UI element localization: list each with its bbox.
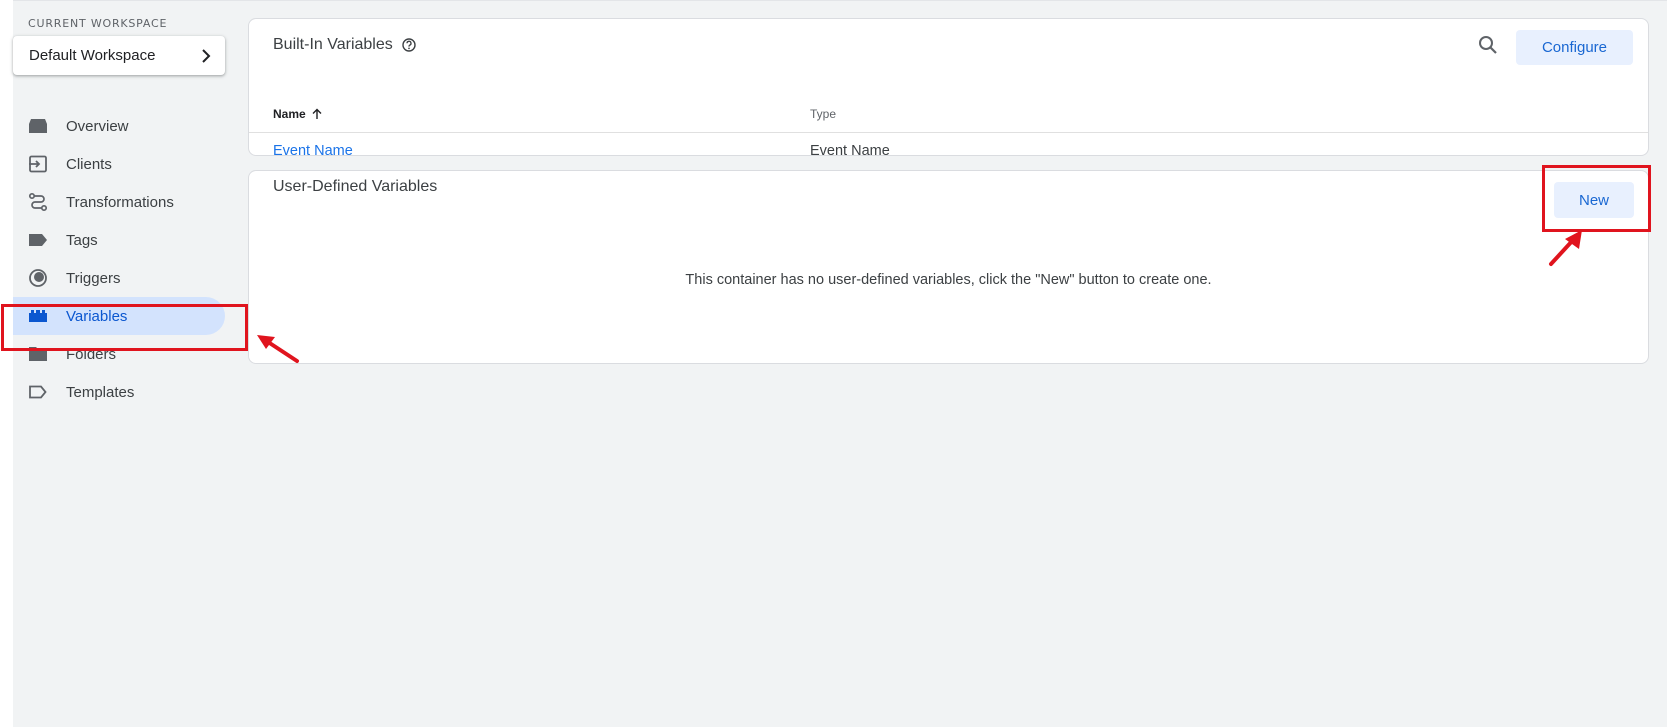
column-header-name[interactable]: Name	[273, 107, 323, 121]
workspace-name: Default Workspace	[29, 47, 156, 64]
empty-state-message: This container has no user-defined varia…	[685, 272, 1212, 288]
sidebar-item-overview[interactable]: Overview	[13, 107, 225, 145]
variable-name-link[interactable]: Event Name	[273, 143, 353, 159]
clients-icon	[27, 153, 49, 175]
sidebar-item-label: Templates	[66, 383, 135, 401]
user-defined-variables-title: User-Defined Variables	[273, 178, 438, 195]
template-icon	[27, 381, 49, 403]
builtin-variables-title: Built-In Variables	[273, 36, 416, 54]
sidebar-item-label: Transformations	[66, 193, 174, 211]
sidebar-item-transformations[interactable]: Transformations	[13, 183, 225, 221]
chevron-right-icon	[201, 48, 211, 63]
highlight-box-new-button	[1542, 165, 1651, 232]
sidebar-item-triggers[interactable]: Triggers	[13, 259, 225, 297]
arrow-up-icon	[311, 108, 323, 120]
configure-button[interactable]: Configure	[1516, 30, 1633, 65]
sidebar-item-label: Triggers	[66, 269, 121, 287]
column-header-name-label: Name	[273, 107, 306, 121]
builtin-variables-card: Built-In Variables Configure Name Type E…	[248, 18, 1649, 159]
sidebar-item-templates[interactable]: Templates	[13, 373, 225, 411]
sidebar-item-label: Clients	[66, 155, 112, 173]
transformations-icon	[27, 191, 49, 213]
column-header-type[interactable]: Type	[810, 107, 836, 121]
sidebar-item-label: Overview	[66, 117, 129, 135]
highlight-box-variables	[1, 304, 248, 351]
table-row: Event Name Event Name	[249, 133, 1648, 159]
trigger-icon	[27, 267, 49, 289]
table-header: Name Type	[249, 89, 1648, 133]
variable-type: Event Name	[810, 143, 890, 159]
builtin-variables-title-text: Built-In Variables	[273, 36, 393, 53]
workspace-selector[interactable]: Default Workspace	[13, 36, 225, 75]
sidebar-item-clients[interactable]: Clients	[13, 145, 225, 183]
search-button[interactable]	[1472, 31, 1504, 63]
sidebar-item-tags[interactable]: Tags	[13, 221, 225, 259]
tag-icon	[27, 229, 49, 251]
overview-icon	[27, 115, 49, 137]
search-icon	[1478, 35, 1498, 60]
user-defined-variables-card: User-Defined Variables New This containe…	[248, 170, 1649, 364]
arrow-to-variables-icon	[257, 335, 299, 363]
arrow-to-new-button-icon	[1549, 230, 1582, 266]
help-icon[interactable]	[402, 38, 416, 52]
workspace-label: CURRENT WORKSPACE	[28, 17, 168, 30]
sidebar-item-label: Tags	[66, 231, 98, 249]
